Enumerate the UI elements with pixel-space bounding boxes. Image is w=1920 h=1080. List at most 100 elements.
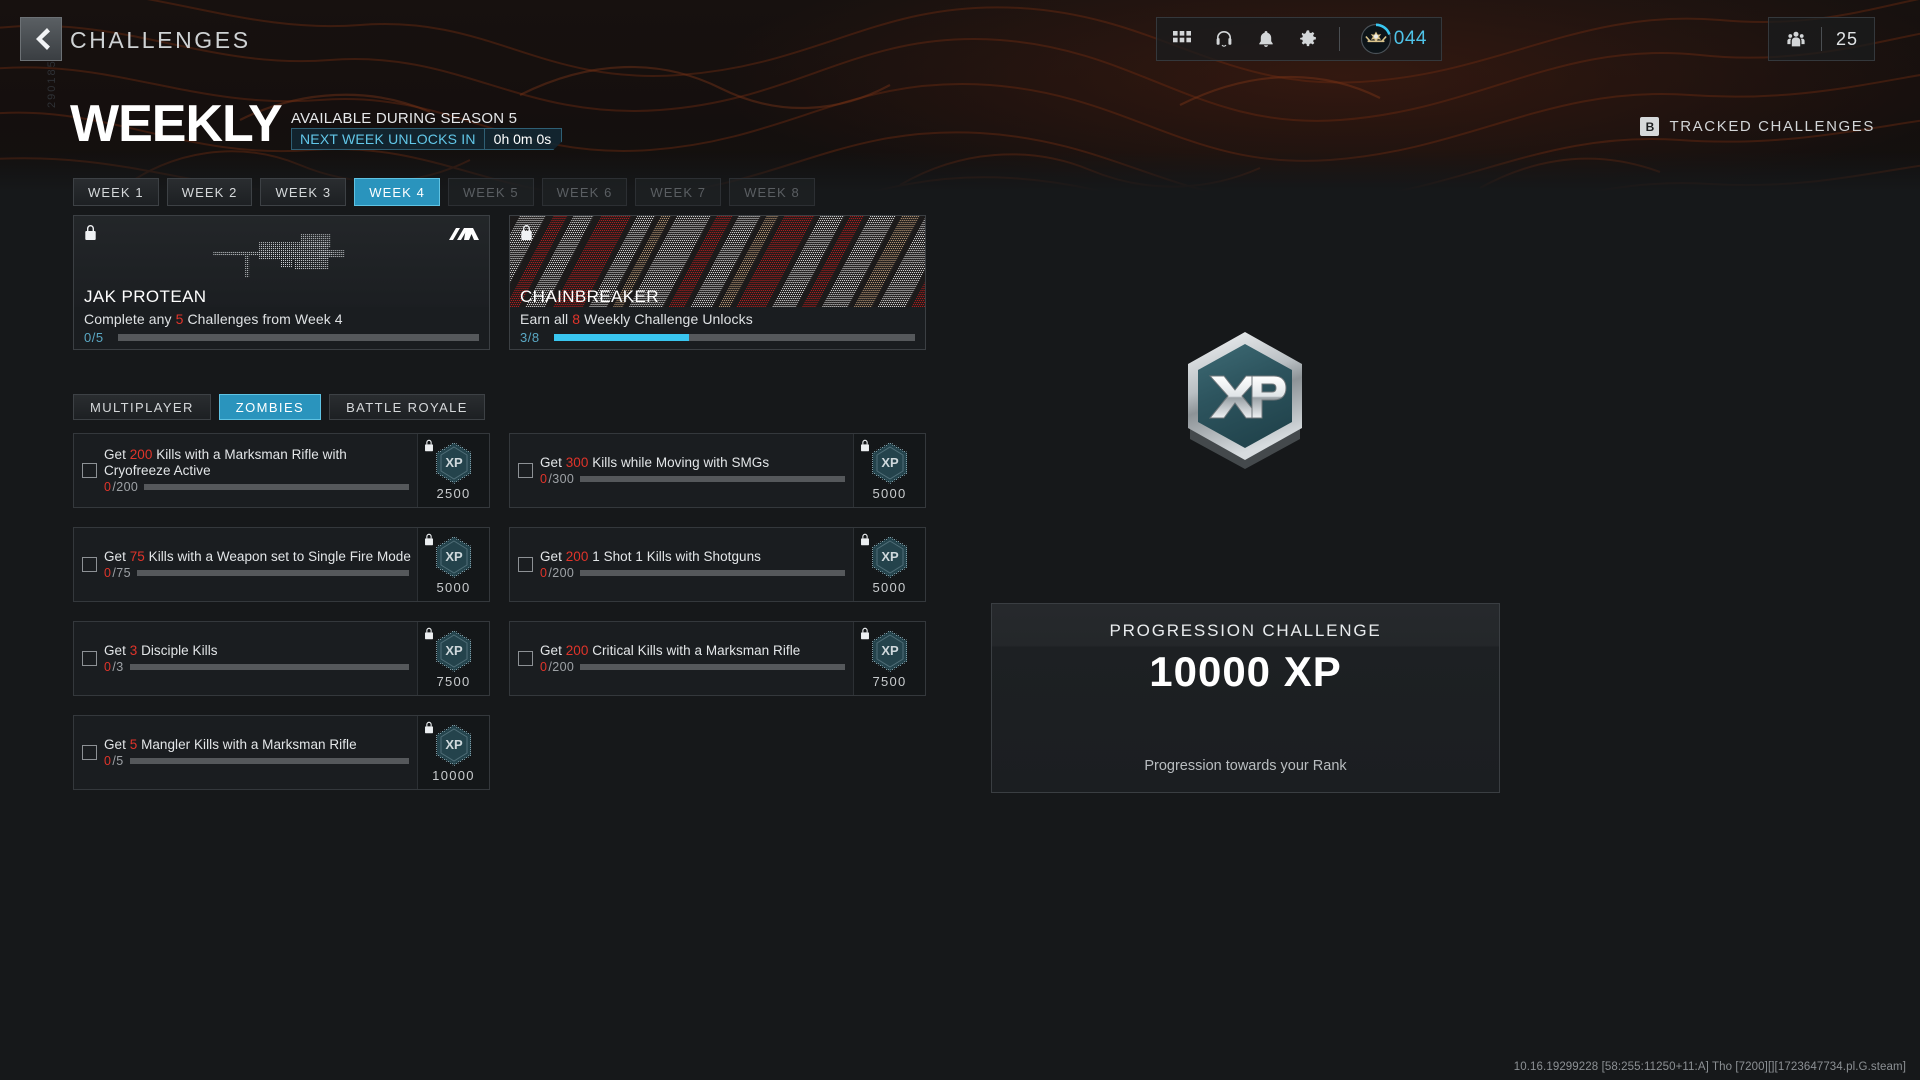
challenge-reward-amount: 10000 [432,768,475,783]
xp-reward-icon: XP [870,535,910,579]
timer-label: NEXT WEEK UNLOCKS IN [292,129,485,149]
weekly-title: WEEKLY [70,98,282,150]
back-button[interactable] [20,17,62,61]
xp-hexagon-emblem [1180,328,1310,470]
challenge-track-checkbox[interactable] [82,557,97,572]
challenge-progress: 0/200 [540,566,853,580]
challenge-reward-amount: 7500 [436,674,470,689]
challenge-row[interactable]: Get 3 Disciple Kills0/3 XP 7500 [73,621,490,696]
challenge-row[interactable]: Get 300 Kills while Moving with SMGs0/30… [509,433,926,508]
challenge-current: 0 [540,660,547,674]
challenge-description: Get 200 Kills with a Marksman Rifle with… [104,447,417,479]
challenge-reward: XP5000 [417,528,489,601]
week-tab-2[interactable]: WEEK 2 [167,178,253,206]
gear-icon[interactable] [1297,28,1319,50]
lock-icon [520,224,533,246]
challenge-progress: 0/200 [540,660,853,674]
reward-progress-text: 3/8 [520,330,548,345]
xp-reward-icon: XP [434,441,474,485]
reward-card-name: JAK PROTEAN [84,287,206,307]
headphones-icon[interactable] [1213,28,1235,50]
challenge-row[interactable]: Get 5 Mangler Kills with a Marksman Rifl… [73,715,490,790]
reward-card-description: Complete any 5 Challenges from Week 4 [84,311,479,327]
week-tab-3[interactable]: WEEK 3 [260,178,346,206]
challenge-current: 0 [104,754,111,768]
svg-text:XP: XP [881,643,899,658]
challenge-total: /200 [548,660,574,674]
challenge-reward-amount: 5000 [872,580,906,595]
reward-card-chainbreaker[interactable]: CHAINBREAKER Earn all 8 Weekly Challenge… [509,215,926,350]
challenge-description: Get 200 Critical Kills with a Marksman R… [540,643,853,659]
challenge-main: Get 5 Mangler Kills with a Marksman Rifl… [104,737,417,769]
week-tab-7[interactable]: WEEK 7 [635,178,721,206]
challenge-main: Get 3 Disciple Kills0/3 [104,643,417,675]
week-tab-5[interactable]: WEEK 5 [448,178,534,206]
hud-divider-2 [1821,27,1822,51]
reward-card-description: Earn all 8 Weekly Challenge Unlocks [520,311,915,327]
grid-apps-icon[interactable] [1171,28,1193,50]
week-tab-1[interactable]: WEEK 1 [73,178,159,206]
challenge-track-checkbox[interactable] [518,651,533,666]
challenge-track-checkbox[interactable] [518,463,533,478]
tracked-challenges-button[interactable]: B TRACKED CHALLENGES [1640,117,1875,136]
reward-card-jak-protean[interactable]: JAK PROTEAN Complete any 5 Challenges fr… [73,215,490,350]
challenge-track-checkbox[interactable] [82,651,97,666]
party-squad-icon[interactable] [1785,28,1807,50]
challenge-total: /3 [112,660,123,674]
reward-card-footer: Earn all 8 Weekly Challenge Unlocks 3/8 [510,307,925,349]
challenge-description: Get 5 Mangler Kills with a Marksman Rifl… [104,737,417,753]
svg-text:XP: XP [881,455,899,470]
reward-card-name: CHAINBREAKER [520,287,659,307]
week-tab-8[interactable]: WEEK 8 [729,178,815,206]
party-count: 25 [1836,29,1858,50]
build-string: 10.16.19299228 [58:255:11250+11:A] Tho [… [1514,1061,1906,1073]
reward-progress-bar [554,334,915,341]
week-tab-4[interactable]: WEEK 4 [354,178,440,206]
challenge-row[interactable]: Get 200 Critical Kills with a Marksman R… [509,621,926,696]
challenge-description: Get 3 Disciple Kills [104,643,417,659]
challenge-body: Get 200 Critical Kills with a Marksman R… [510,622,853,695]
challenge-main: Get 200 Critical Kills with a Marksman R… [540,643,853,675]
challenge-progress-bar [580,570,845,576]
svg-text:XP: XP [445,455,463,470]
challenge-row[interactable]: Get 75 Kills with a Weapon set to Single… [73,527,490,602]
challenge-body: Get 300 Kills while Moving with SMGs0/30… [510,434,853,507]
chevron-left-icon [33,27,50,51]
svg-text:XP: XP [445,643,463,658]
mode-tab-battle-royale[interactable]: BATTLE ROYALE [329,394,485,420]
challenge-current: 0 [104,660,111,674]
reward-card-progress: 3/8 [520,330,915,345]
mode-tab-bar: MULTIPLAYER ZOMBIES BATTLE ROYALE [73,394,485,420]
lock-icon [860,439,870,457]
rank-display[interactable]: 044 [1360,23,1427,55]
top-bar: CHALLENGES [0,0,1920,86]
challenge-progress-bar [130,758,409,764]
season-availability: AVAILABLE DURING SEASON 5 [291,110,517,127]
challenge-track-checkbox[interactable] [518,557,533,572]
challenge-description: Get 200 1 Shot 1 Kills with Shotguns [540,549,853,565]
challenge-track-checkbox[interactable] [82,745,97,760]
lock-icon [424,533,434,551]
mode-tab-zombies[interactable]: ZOMBIES [219,394,321,420]
challenge-main: Get 75 Kills with a Weapon set to Single… [104,549,417,581]
lock-icon [860,533,870,551]
challenge-progress-bar [580,476,845,482]
challenge-reward-amount: 2500 [436,486,470,501]
challenge-track-checkbox[interactable] [82,463,97,478]
xp-reward-icon: XP [434,723,474,767]
challenge-reward-amount: 7500 [872,674,906,689]
challenge-current: 0 [104,566,111,580]
week-tab-bar: WEEK 1WEEK 2WEEK 3WEEK 4WEEK 5WEEK 6WEEK… [73,178,815,206]
svg-text:XP: XP [881,549,899,564]
challenge-main: Get 300 Kills while Moving with SMGs0/30… [540,455,853,487]
challenge-row[interactable]: Get 200 1 Shot 1 Kills with Shotguns0/20… [509,527,926,602]
challenge-row[interactable]: Get 200 Kills with a Marksman Rifle with… [73,433,490,508]
reward-progress-text: 0/5 [84,330,112,345]
bell-icon[interactable] [1255,28,1277,50]
mode-tab-multiplayer[interactable]: MULTIPLAYER [73,394,211,420]
lock-icon [424,721,434,739]
week-tab-6[interactable]: WEEK 6 [542,178,628,206]
challenge-reward-amount: 5000 [436,580,470,595]
challenge-reward: XP5000 [853,434,925,507]
tracked-challenges-label: TRACKED CHALLENGES [1669,118,1875,135]
